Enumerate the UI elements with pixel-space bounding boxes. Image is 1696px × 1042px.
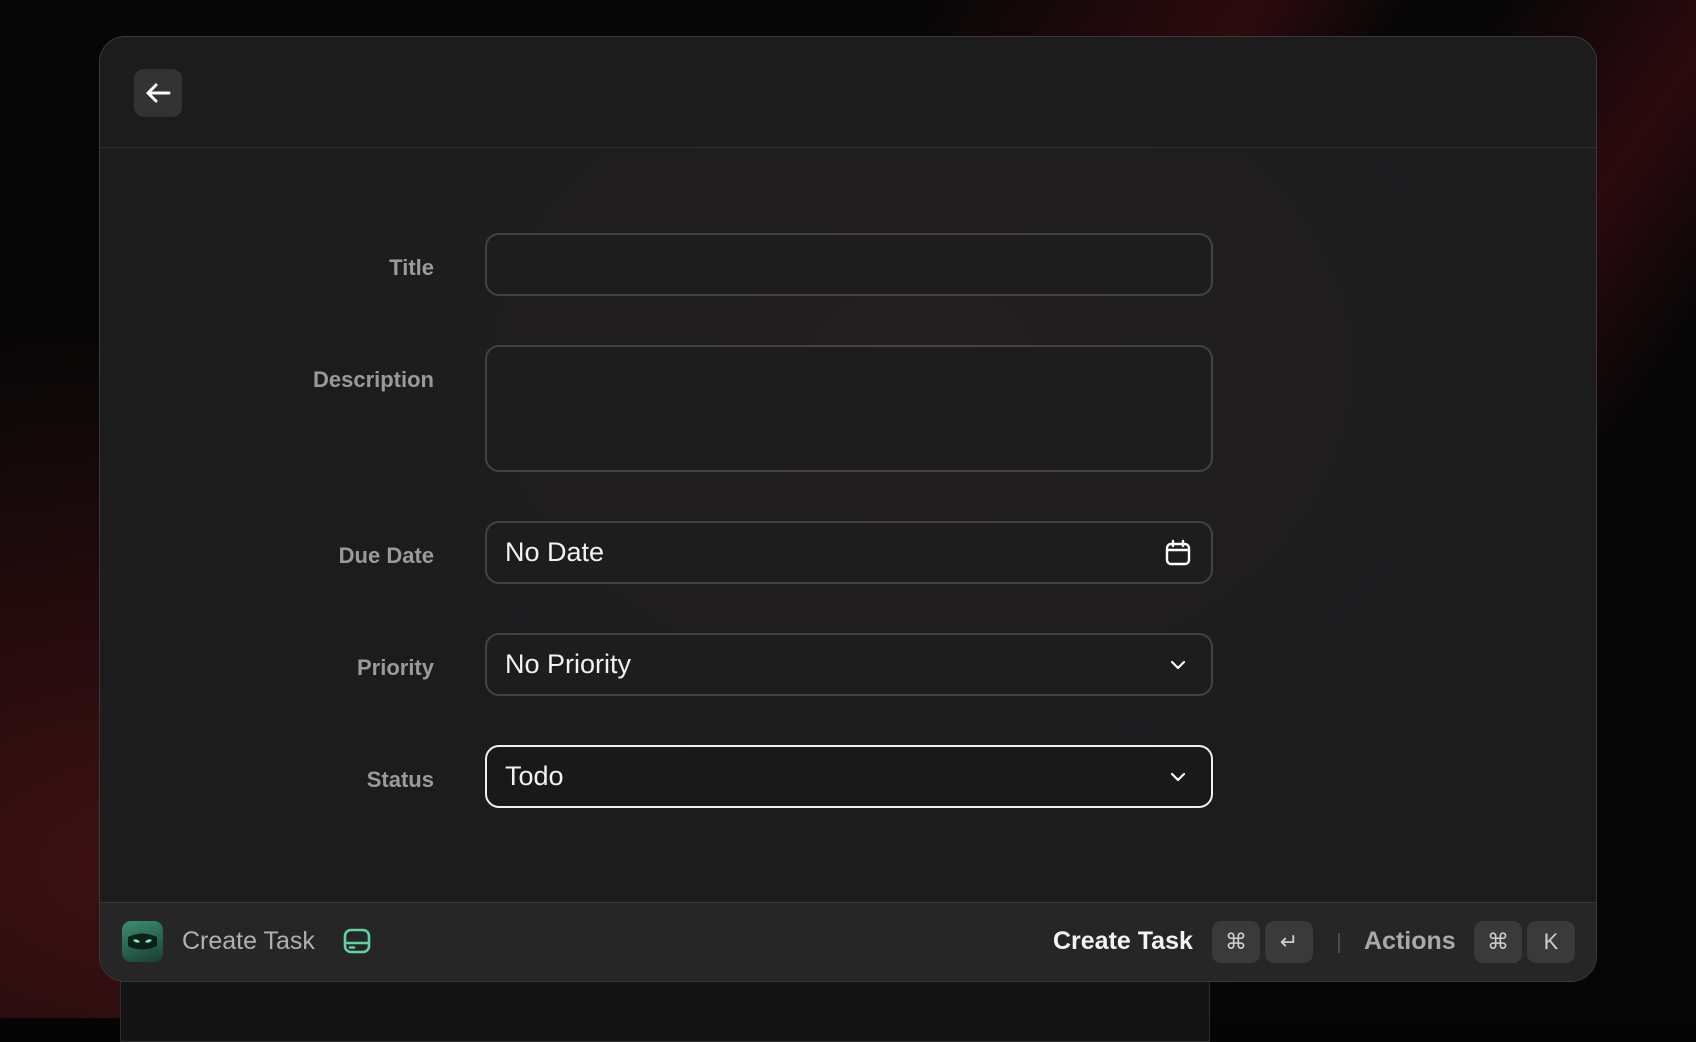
priority-value: No Priority [505, 649, 1163, 680]
task-form: Title Description Due Date No Date Prior… [100, 147, 1596, 903]
actions-button[interactable]: Actions [1364, 927, 1456, 956]
due-date-label: Due Date [339, 543, 434, 569]
description-label: Description [313, 367, 434, 393]
chevron-down-icon [1163, 762, 1193, 792]
calendar-icon[interactable] [1163, 538, 1193, 568]
priority-label: Priority [357, 655, 434, 681]
status-dropdown[interactable]: Todo [485, 745, 1213, 808]
due-date-value: No Date [505, 537, 1163, 568]
footer-divider [1338, 933, 1340, 953]
ninja-mask-icon [122, 921, 163, 962]
title-label: Title [389, 255, 434, 281]
window-header [100, 37, 1596, 148]
command-title: Create Task [182, 927, 315, 956]
cmd-key: ⌘ [1474, 921, 1522, 963]
action-bar: Create Task Create Task ⌘ ↵ Actions ⌘ K [100, 902, 1596, 981]
status-label: Status [367, 767, 434, 793]
hard-drive-icon [342, 926, 372, 956]
cmd-key: ⌘ [1212, 921, 1260, 963]
create-task-button[interactable]: Create Task [1053, 927, 1193, 956]
chevron-down-icon [1163, 650, 1193, 680]
task-window: Title Description Due Date No Date Prior… [99, 36, 1597, 982]
priority-dropdown[interactable]: No Priority [485, 633, 1213, 696]
title-input[interactable] [485, 233, 1213, 296]
k-key: K [1527, 921, 1575, 963]
status-value: Todo [505, 761, 1163, 792]
due-date-picker[interactable]: No Date [485, 521, 1213, 584]
enter-key: ↵ [1265, 921, 1313, 963]
back-button[interactable] [134, 69, 182, 117]
arrow-left-icon [145, 82, 171, 104]
description-textarea[interactable] [485, 345, 1213, 472]
